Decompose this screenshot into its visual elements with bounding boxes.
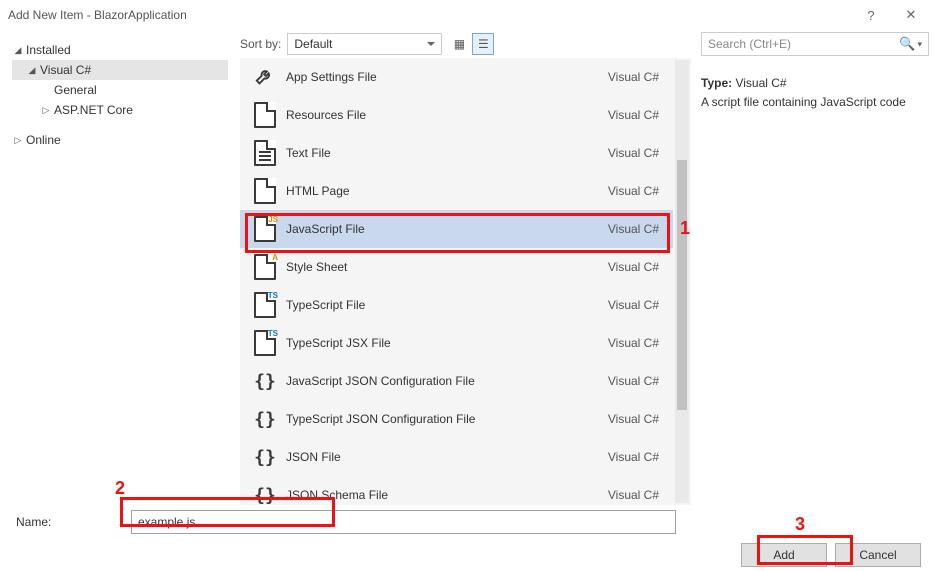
collapse-icon[interactable]: ◢ xyxy=(26,65,38,76)
template-row[interactable]: {}TypeScript JSON Configuration FileVisu… xyxy=(240,400,673,438)
template-category: Visual C# xyxy=(608,450,659,464)
template-label: Resources File xyxy=(282,108,608,122)
template-row[interactable]: Resources FileVisual C# xyxy=(240,96,673,134)
template-row[interactable]: JSJavaScript FileVisual C# xyxy=(240,210,673,248)
template-label: JSON Schema File xyxy=(282,488,608,502)
template-category: Visual C# xyxy=(608,298,659,312)
template-category: Visual C# xyxy=(608,222,659,236)
info-panel: Search (Ctrl+E) 🔍 ▾ Type: Visual C# A sc… xyxy=(691,30,939,505)
scrollbar[interactable] xyxy=(675,60,689,503)
close-icon[interactable]: ✕ xyxy=(891,7,931,23)
template-row[interactable]: {}JavaScript JSON Configuration FileVisu… xyxy=(240,362,673,400)
file-icon: JS xyxy=(248,216,282,242)
template-row[interactable]: TSTypeScript JSX FileVisual C# xyxy=(240,324,673,362)
scrollbar-thumb[interactable] xyxy=(677,160,687,410)
template-label: TypeScript JSX File xyxy=(282,336,608,350)
type-value: Visual C# xyxy=(735,76,786,90)
sort-by-label: Sort by: xyxy=(240,37,281,51)
search-placeholder: Search (Ctrl+E) xyxy=(708,37,899,51)
template-category: Visual C# xyxy=(608,108,659,122)
template-row[interactable]: Text FileVisual C# xyxy=(240,134,673,172)
template-category: Visual C# xyxy=(608,412,659,426)
wrench-icon xyxy=(248,65,282,89)
braces-icon: {} xyxy=(248,445,282,469)
category-tree: ◢Installed ◢Visual C# General ▷ASP.NET C… xyxy=(0,30,240,505)
tree-item-aspnet[interactable]: ▷ASP.NET Core xyxy=(12,100,228,120)
collapse-icon[interactable]: ◢ xyxy=(12,45,24,56)
template-category: Visual C# xyxy=(608,488,659,502)
template-category: Visual C# xyxy=(608,260,659,274)
file-icon: TS xyxy=(248,330,282,356)
template-label: JavaScript JSON Configuration File xyxy=(282,374,608,388)
search-input[interactable]: Search (Ctrl+E) 🔍 ▾ xyxy=(701,32,929,56)
dropdown-icon[interactable]: ▾ xyxy=(917,39,922,50)
dialog-footer: Name: example.js Add Cancel xyxy=(0,505,939,569)
file-icon xyxy=(248,140,282,166)
template-category: Visual C# xyxy=(608,374,659,388)
view-icons-button[interactable]: ▦ xyxy=(448,33,470,55)
file-icon xyxy=(248,178,282,204)
template-label: TypeScript File xyxy=(282,298,608,312)
template-category: Visual C# xyxy=(608,146,659,160)
expand-icon[interactable]: ▷ xyxy=(40,105,52,116)
list-icon: ☰ xyxy=(478,37,489,51)
tree-item-visual-cs[interactable]: ◢Visual C# xyxy=(12,60,228,80)
window-title: Add New Item - BlazorApplication xyxy=(8,8,851,22)
view-list-button[interactable]: ☰ xyxy=(472,33,494,55)
template-label: HTML Page xyxy=(282,184,608,198)
template-category: Visual C# xyxy=(608,184,659,198)
template-row[interactable]: {}JSON Schema FileVisual C# xyxy=(240,476,673,505)
tree-item-online[interactable]: ▷Online xyxy=(12,130,228,150)
type-label: Type: xyxy=(701,76,732,90)
braces-icon: {} xyxy=(248,407,282,431)
file-icon: TS xyxy=(248,292,282,318)
template-label: TypeScript JSON Configuration File xyxy=(282,412,608,426)
template-row[interactable]: AStyle SheetVisual C# xyxy=(240,248,673,286)
template-description: A script file containing JavaScript code xyxy=(701,93,929,112)
template-label: JavaScript File xyxy=(282,222,608,236)
template-row[interactable]: App Settings FileVisual C# xyxy=(240,58,673,96)
template-row[interactable]: {}JSON FileVisual C# xyxy=(240,438,673,476)
braces-icon: {} xyxy=(248,369,282,393)
template-label: Style Sheet xyxy=(282,260,608,274)
expand-icon[interactable]: ▷ xyxy=(12,135,24,146)
cancel-button[interactable]: Cancel xyxy=(835,543,921,567)
tree-item-general[interactable]: General xyxy=(12,80,228,100)
template-label: Text File xyxy=(282,146,608,160)
file-icon xyxy=(248,102,282,128)
search-icon[interactable]: 🔍 xyxy=(899,36,915,52)
template-category: Visual C# xyxy=(608,336,659,350)
name-label: Name: xyxy=(16,515,131,529)
add-button[interactable]: Add xyxy=(741,543,827,567)
template-label: JSON File xyxy=(282,450,608,464)
template-list: App Settings FileVisual C#Resources File… xyxy=(240,58,691,505)
tree-item-installed[interactable]: ◢Installed xyxy=(12,40,228,60)
file-icon: A xyxy=(248,254,282,280)
title-bar: Add New Item - BlazorApplication ? ✕ xyxy=(0,0,939,30)
template-category: Visual C# xyxy=(608,70,659,84)
braces-icon: {} xyxy=(248,483,282,505)
grid-icon: ▦ xyxy=(454,37,465,51)
name-input[interactable]: example.js xyxy=(131,510,676,534)
template-row[interactable]: HTML PageVisual C# xyxy=(240,172,673,210)
help-icon[interactable]: ? xyxy=(851,8,891,23)
center-toolbar: Sort by: Default ▦ ☰ xyxy=(240,30,691,58)
template-row[interactable]: TSTypeScript FileVisual C# xyxy=(240,286,673,324)
sort-by-dropdown[interactable]: Default xyxy=(287,33,442,55)
template-label: App Settings File xyxy=(282,70,608,84)
